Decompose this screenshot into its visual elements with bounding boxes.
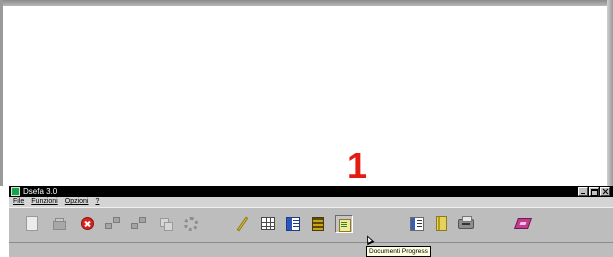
- app-window: Dsefa 3.0 File Funzioni Opzioni ?: [9, 186, 613, 257]
- network-node: [139, 217, 146, 223]
- notebook-button[interactable]: [433, 215, 451, 233]
- documents-progress-button[interactable]: [335, 215, 353, 233]
- new-document-button[interactable]: [23, 215, 41, 233]
- network-node: [113, 217, 120, 223]
- title-bar[interactable]: Dsefa 3.0: [9, 186, 613, 197]
- open-button[interactable]: [51, 215, 69, 233]
- toolbar: [9, 207, 613, 243]
- close-button[interactable]: [600, 187, 610, 196]
- list-view-icon: [410, 217, 424, 231]
- minimize-button[interactable]: [578, 187, 588, 196]
- network-connect-icon: [105, 223, 112, 229]
- menu-bar: File Funzioni Opzioni ?: [9, 197, 613, 207]
- documents-progress-icon: [335, 215, 353, 233]
- step-number: 1: [346, 145, 368, 186]
- open-folder-body: [53, 221, 66, 230]
- window-right-border: [607, 0, 613, 186]
- settings-button[interactable]: [182, 215, 200, 233]
- menu-help[interactable]: ?: [95, 197, 99, 207]
- notebook-icon: [436, 216, 447, 231]
- copy-icon-back: [164, 222, 173, 231]
- maximize-button[interactable]: [589, 187, 599, 196]
- stop-icon: [81, 217, 94, 230]
- book-stack-button[interactable]: [309, 215, 327, 233]
- window-top-border: [0, 0, 613, 6]
- pink-book-icon: [513, 218, 533, 229]
- window-title: Dsefa 3.0: [23, 187, 58, 196]
- copy-button[interactable]: [158, 215, 176, 233]
- grid-table-button[interactable]: [259, 215, 277, 233]
- list-view-button[interactable]: [408, 215, 426, 233]
- window-left-border: [0, 0, 3, 186]
- print-button[interactable]: [457, 215, 475, 233]
- printer-icon: [458, 216, 474, 229]
- network-disconnect-icon: [131, 223, 138, 229]
- menu-file[interactable]: File: [13, 197, 24, 207]
- menu-opzioni[interactable]: Opzioni: [65, 197, 89, 207]
- settings-gear-icon: [184, 217, 198, 231]
- form-icon: [286, 217, 300, 231]
- stop-button[interactable]: [79, 215, 97, 233]
- book-stack-icon: [312, 217, 324, 231]
- new-document-icon: [26, 216, 38, 231]
- menu-funzioni[interactable]: Funzioni: [31, 197, 57, 207]
- pen-button[interactable]: [233, 215, 251, 233]
- grid-table-icon: [261, 217, 275, 230]
- pen-icon: [236, 216, 249, 232]
- screen-frame: 1 Dsefa 3.0 File Funzioni Opzioni ? Docu…: [0, 0, 613, 257]
- tooltip: Documenti Progress: [366, 246, 431, 257]
- window-controls: [578, 187, 610, 196]
- network-connect-button[interactable]: [104, 215, 122, 233]
- app-icon[interactable]: [11, 187, 20, 196]
- form-button[interactable]: [284, 215, 302, 233]
- pink-book-button[interactable]: [513, 215, 533, 233]
- network-disconnect-button[interactable]: [130, 215, 148, 233]
